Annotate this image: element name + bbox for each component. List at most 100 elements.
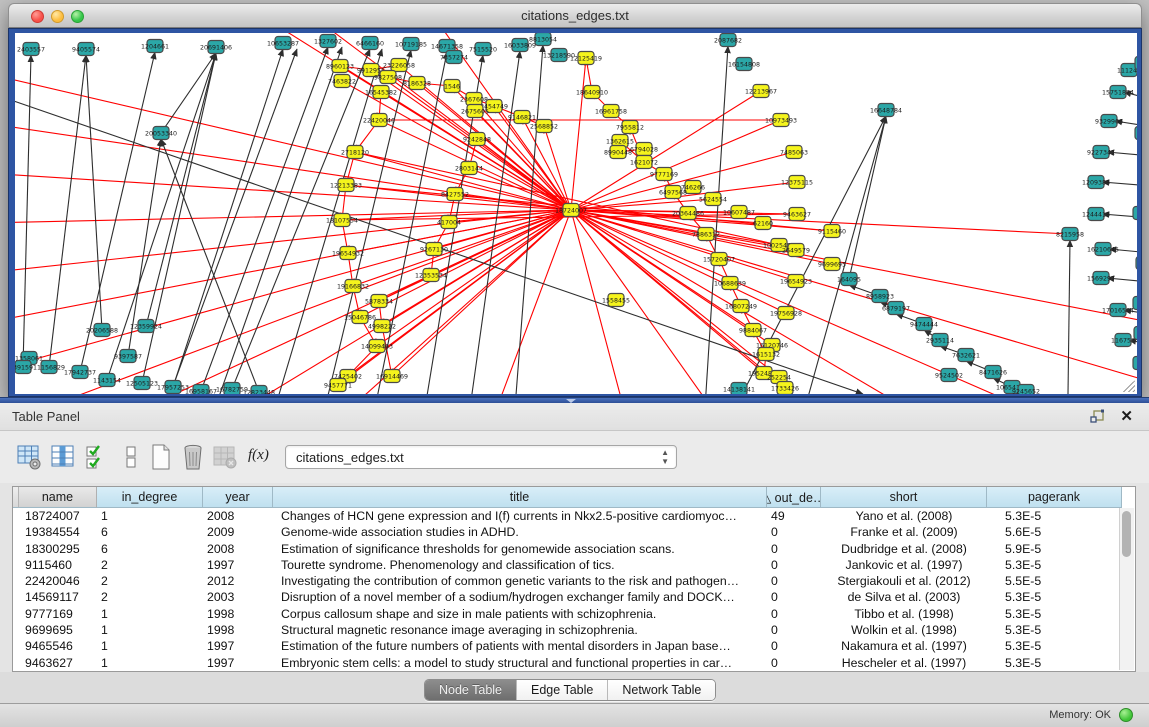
cell-name[interactable]: 18724007 xyxy=(19,508,97,524)
cell-in_degree[interactable]: 6 xyxy=(97,524,203,540)
cell-year[interactable]: 2012 xyxy=(203,573,273,589)
graph-node[interactable]: 1327602 xyxy=(314,35,342,48)
table-row[interactable]: 911546021997Tourette syndrome. Phenomeno… xyxy=(13,557,1122,573)
cell-name[interactable]: 14569117 xyxy=(19,589,97,605)
graph-node[interactable]: 12213967 xyxy=(745,85,777,98)
cell-year[interactable]: 2009 xyxy=(203,524,273,540)
graph-edge[interactable] xyxy=(805,116,886,394)
cell-short[interactable]: Dudbridge et al. (2008) xyxy=(821,541,987,557)
window-titlebar[interactable]: citations_edges.txt xyxy=(8,3,1142,28)
graph-node[interactable]: 22420046 xyxy=(363,114,395,127)
graph-node[interactable]: 15046786 xyxy=(344,311,376,324)
graph-node[interactable]: 9329966 xyxy=(1095,115,1123,128)
cell-title[interactable]: Investigating the contribution of common… xyxy=(273,573,767,589)
create-column-icon[interactable] xyxy=(148,443,174,471)
tab-node-table[interactable]: Node Table xyxy=(425,680,517,700)
graph-edge[interactable] xyxy=(165,49,297,394)
float-panel-icon[interactable] xyxy=(1089,409,1105,425)
table-row[interactable]: 969969511998Structural magnetic resonanc… xyxy=(13,622,1122,638)
cell-pagerank[interactable]: 5.3E-5 xyxy=(987,638,1122,654)
cell-pagerank[interactable]: 5.3E-5 xyxy=(987,557,1122,573)
graph-node[interactable]: 7515520 xyxy=(469,43,497,56)
graph-edge[interactable] xyxy=(107,53,216,380)
cell-name[interactable]: 22420046 xyxy=(19,573,97,589)
graph-node[interactable]: 1621072 xyxy=(630,156,658,169)
graph-node[interactable]: 19654923 xyxy=(780,275,812,288)
graph-node[interactable]: 5624554 xyxy=(699,193,727,206)
column-header-short[interactable]: short xyxy=(821,487,987,508)
graph-edge[interactable] xyxy=(571,210,779,377)
cell-out_de[interactable]: 49 xyxy=(767,508,821,524)
graph-node[interactable]: 9397587 xyxy=(114,350,142,363)
column-header-pagerank[interactable]: pagerank xyxy=(987,487,1122,508)
table-row[interactable]: 1872400712008Changes of HCN gene express… xyxy=(13,508,1122,524)
graph-node[interactable] xyxy=(1135,57,1137,70)
cell-short[interactable]: Franke et al. (2009) xyxy=(821,524,987,540)
cell-in_degree[interactable]: 1 xyxy=(97,606,203,622)
graph-node[interactable]: 417004 xyxy=(437,216,461,229)
cell-in_degree[interactable]: 1 xyxy=(97,508,203,524)
graph-node[interactable]: 8215958 xyxy=(1056,228,1084,241)
graph-node[interactable]: 10688639 xyxy=(714,277,746,290)
graph-node[interactable]: 2403557 xyxy=(17,43,45,56)
cell-pagerank[interactable]: 5.9E-5 xyxy=(987,541,1122,557)
cell-pagerank[interactable]: 5.3E-5 xyxy=(987,589,1122,605)
cell-short[interactable]: Jankovic et al. (1997) xyxy=(821,557,987,573)
window-resize-grip[interactable] xyxy=(1123,380,1135,392)
cell-in_degree[interactable]: 2 xyxy=(97,573,203,589)
graph-node[interactable]: 9115460 xyxy=(818,225,846,238)
cell-name[interactable]: 18300295 xyxy=(19,541,97,557)
graph-node[interactable]: 1143154 xyxy=(93,374,121,387)
column-header-title[interactable]: title xyxy=(273,487,767,508)
graph-node[interactable]: 10607487 xyxy=(723,206,755,219)
graph-node[interactable]: 16958167 xyxy=(185,385,217,395)
graph-edge[interactable] xyxy=(495,210,571,394)
graph-node[interactable] xyxy=(1133,357,1137,370)
cell-out_de[interactable]: 0 xyxy=(767,655,821,671)
graph-node[interactable]: 16648784 xyxy=(870,104,902,117)
graph-node[interactable]: 16961758 xyxy=(595,105,627,118)
graph-edge[interactable] xyxy=(377,210,571,346)
cell-in_degree[interactable]: 2 xyxy=(97,557,203,573)
cell-pagerank[interactable]: 5.3E-5 xyxy=(987,508,1122,524)
graph-node[interactable]: 9777169 xyxy=(650,168,678,181)
cell-title[interactable]: Structural magnetic resonance image aver… xyxy=(273,622,767,638)
graph-edge[interactable] xyxy=(86,55,102,330)
table-row[interactable]: 946554611997Estimation of the future num… xyxy=(13,638,1122,654)
graph-node[interactable]: 17942737 xyxy=(64,366,96,379)
graph-node[interactable]: 8958923 xyxy=(866,290,894,303)
cell-pagerank[interactable]: 5.3E-5 xyxy=(987,655,1122,671)
table-mode-icon[interactable] xyxy=(16,443,42,471)
network-table-selector[interactable]: citations_edges.txt ▲▼ xyxy=(285,445,677,469)
cell-name[interactable]: 9463627 xyxy=(19,655,97,671)
table-row[interactable]: 946362711997Embryonic stem cells: a mode… xyxy=(13,655,1122,671)
graph-edge[interactable] xyxy=(23,55,31,367)
graph-node[interactable]: 10653287 xyxy=(267,37,299,50)
graph-node[interactable]: 9699695 xyxy=(818,258,846,271)
graph-node[interactable]: 19654932 xyxy=(332,247,364,260)
graph-edge[interactable] xyxy=(161,139,259,392)
graph-node[interactable]: 164095 xyxy=(837,273,861,286)
graph-node[interactable]: 10719185 xyxy=(395,38,427,51)
cell-out_de[interactable]: 0 xyxy=(767,606,821,622)
cell-in_degree[interactable]: 6 xyxy=(97,541,203,557)
cell-year[interactable]: 1997 xyxy=(203,655,273,671)
column-header-in_degree[interactable]: in_degree xyxy=(97,487,203,508)
graph-node[interactable] xyxy=(1134,327,1137,340)
cell-in_degree[interactable]: 1 xyxy=(97,638,203,654)
graph-node[interactable]: 2087682 xyxy=(714,34,742,47)
cell-title[interactable]: Embryonic stem cells: a model to study s… xyxy=(273,655,767,671)
cell-year[interactable]: 1997 xyxy=(203,638,273,654)
cell-pagerank[interactable]: 5.3E-5 xyxy=(987,606,1122,622)
cell-pagerank[interactable]: 5.6E-5 xyxy=(987,524,1122,540)
graph-edge[interactable] xyxy=(571,58,586,210)
cell-title[interactable]: Estimation of the future numbers of pati… xyxy=(273,638,767,654)
table-row[interactable]: 1938455462009Genome-wide association stu… xyxy=(13,524,1122,540)
graph-node[interactable]: 7485063 xyxy=(780,146,808,159)
cell-short[interactable]: Yano et al. (2008) xyxy=(821,508,987,524)
cell-out_de[interactable]: 0 xyxy=(767,589,821,605)
cell-title[interactable]: Tourette syndrome. Phenomenology and cla… xyxy=(273,557,767,573)
column-header-name[interactable]: name xyxy=(19,487,97,508)
network-canvas[interactable]: 2403557940557412046612069140610653287132… xyxy=(15,33,1137,394)
graph-node[interactable]: 15720407 xyxy=(703,253,735,266)
